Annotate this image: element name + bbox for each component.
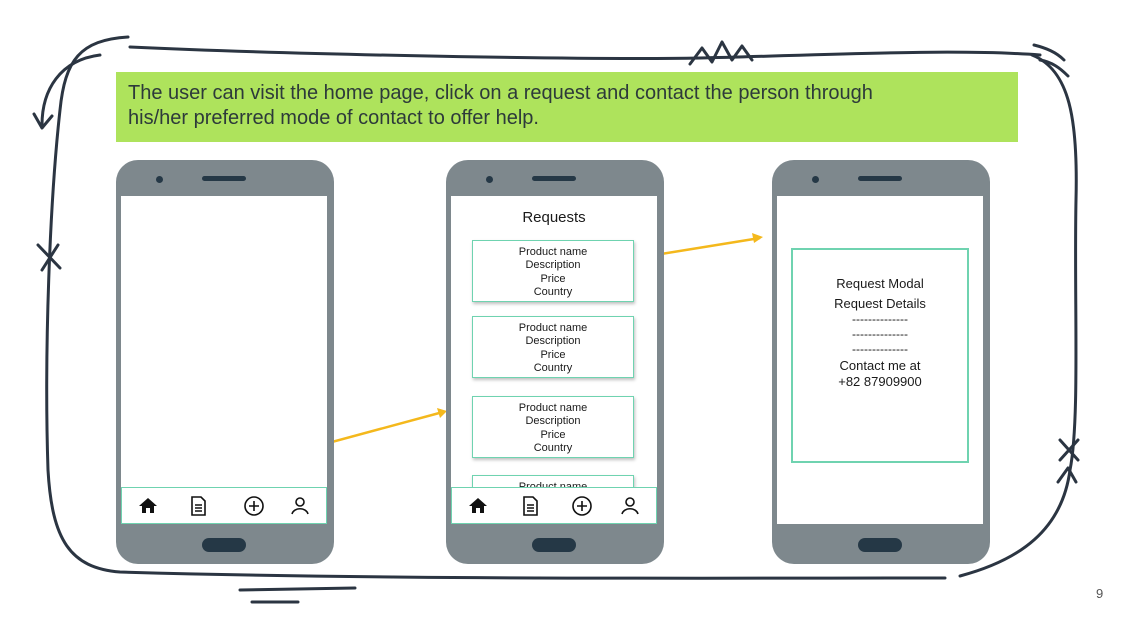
modal-divider: -------------- [852, 342, 908, 356]
profile-icon[interactable] [618, 494, 642, 518]
contact-label: Contact me at [839, 358, 921, 373]
request-card[interactable]: Product name Description Price Country [472, 240, 634, 302]
camera-dot [156, 176, 163, 183]
card-country: Country [533, 362, 573, 375]
request-modal: Request Modal Request Details ----------… [791, 248, 969, 463]
phone-modal: Request Modal Request Details ----------… [772, 160, 990, 564]
banner-line-1: The user can visit the home page, click … [128, 82, 873, 104]
home-button [202, 538, 246, 552]
speaker-slot [858, 176, 902, 181]
requests-title: Requests [522, 209, 586, 226]
contact-phone[interactable]: +82 87909900 [793, 374, 967, 389]
card-price: Price [540, 348, 566, 361]
speaker-slot [532, 176, 576, 181]
phone-requests: Requests Product name Description Price … [446, 160, 664, 564]
document-icon[interactable] [518, 494, 542, 518]
profile-icon[interactable] [288, 494, 312, 518]
card-description: Description [525, 335, 581, 348]
card-price: Price [540, 272, 566, 285]
card-country: Country [533, 442, 573, 455]
requests-screen: Requests Product name Description Price … [451, 196, 657, 524]
home-screen [121, 196, 327, 524]
card-description: Description [525, 415, 581, 428]
speaker-slot [202, 176, 246, 181]
card-product-name: Product name [518, 402, 588, 414]
camera-dot [812, 176, 819, 183]
add-icon[interactable] [570, 494, 594, 518]
page-number: 9 [1096, 586, 1104, 601]
home-button [532, 538, 576, 552]
banner-line-2: his/her preferred mode of contact to off… [128, 107, 539, 129]
card-product-name: Product name [518, 322, 588, 334]
card-product-name: Product name [518, 246, 588, 258]
camera-dot [486, 176, 493, 183]
phone-home [116, 160, 334, 564]
modal-divider: -------------- [852, 312, 908, 326]
modal-title: Request Modal [836, 276, 924, 291]
modal-screen: Request Modal Request Details ----------… [777, 196, 983, 524]
modal-divider: -------------- [852, 327, 908, 341]
bottom-nav [121, 487, 327, 524]
card-description: Description [525, 259, 581, 272]
add-icon[interactable] [242, 494, 266, 518]
request-card[interactable]: Product name Description Price Country [472, 396, 634, 458]
card-country: Country [533, 286, 573, 299]
card-price: Price [540, 428, 566, 441]
home-icon[interactable] [136, 494, 160, 518]
description-banner: The user can visit the home page, click … [116, 72, 1018, 142]
document-icon[interactable] [186, 494, 210, 518]
request-card[interactable]: Product name Description Price Country [472, 316, 634, 378]
home-button [858, 538, 902, 552]
bottom-nav [451, 487, 657, 524]
modal-subtitle: Request Details [834, 296, 926, 311]
home-icon[interactable] [466, 494, 490, 518]
